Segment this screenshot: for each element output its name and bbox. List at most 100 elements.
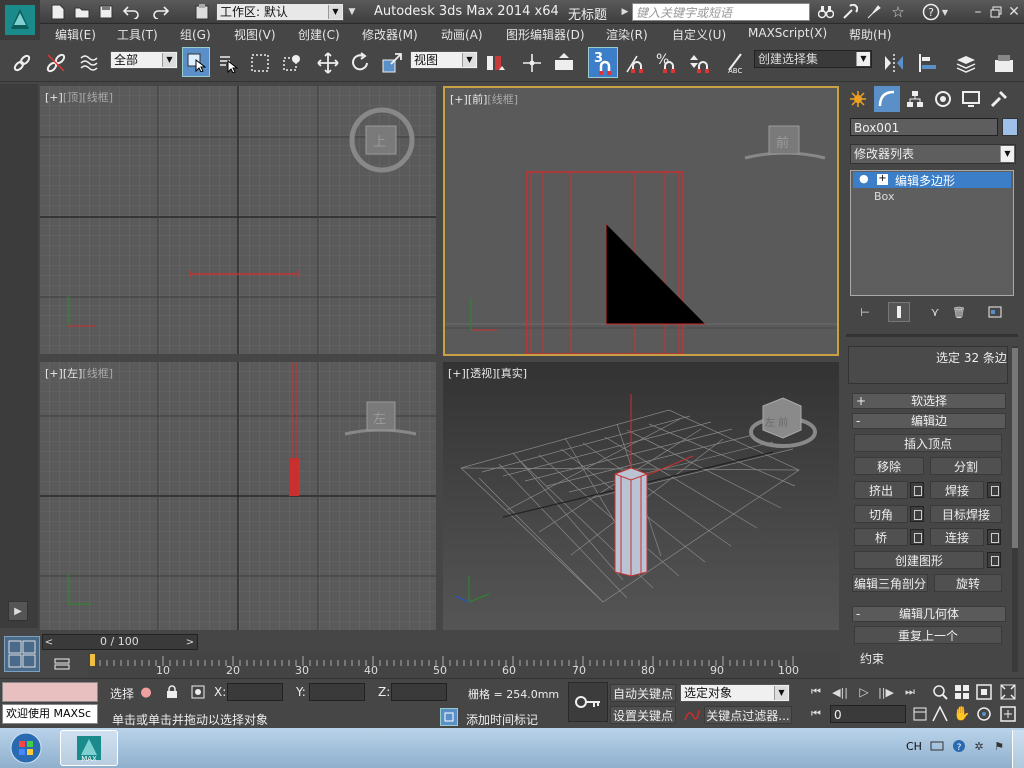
help-icon[interactable]: ? ▼ [920, 2, 950, 22]
menu-graph-editors[interactable]: 图形编辑器(D) [506, 26, 585, 43]
maxscript-listener-pink[interactable] [2, 682, 98, 702]
language-indicator[interactable]: CH [906, 740, 922, 753]
layer-manager-icon[interactable] [952, 48, 980, 78]
extrude-settings-icon[interactable] [910, 482, 924, 498]
modifier-stack-item-box[interactable]: Box [874, 190, 894, 203]
viewport-left-shading[interactable]: [线框] [82, 367, 113, 380]
pin-stack-icon[interactable]: ⊢ [856, 304, 874, 320]
zoom-extents-icon[interactable] [974, 682, 994, 702]
menu-group[interactable]: 组(G) [180, 26, 211, 43]
key-curve-icon[interactable] [682, 706, 702, 724]
scale-icon[interactable] [378, 48, 406, 78]
z-coord-field[interactable] [391, 683, 447, 701]
pivot-center-icon[interactable] [482, 48, 510, 78]
viewport-perspective-label[interactable]: [+][透视][真实] [448, 365, 527, 381]
viewport-persp-pov[interactable]: [透视] [466, 367, 497, 380]
show-desktop-button[interactable] [1012, 730, 1024, 768]
windows-start-icon[interactable] [6, 730, 46, 766]
go-to-end-icon[interactable]: ⏭ [900, 684, 920, 700]
graphite-toolbar-icon[interactable] [990, 48, 1018, 78]
expand-plus-icon[interactable]: + [877, 174, 888, 185]
zoom-icon[interactable] [930, 682, 950, 702]
viewcube-front-face[interactable]: 前 [776, 132, 789, 151]
rollout-edit-edges[interactable]: - 编辑边 [852, 413, 1006, 429]
pan-view-icon[interactable]: ✋ [952, 704, 972, 724]
create-shape-button[interactable]: 创建图形 [854, 551, 984, 569]
object-color-swatch[interactable] [1002, 118, 1018, 136]
connect-button[interactable]: 连接 [930, 528, 984, 546]
rollout-edit-geometry[interactable]: - 编辑几何体 [852, 606, 1006, 622]
move-icon[interactable] [314, 48, 342, 78]
select-and-link-icon[interactable] [8, 48, 36, 78]
open-file-icon[interactable] [72, 2, 92, 22]
show-end-result-icon[interactable] [888, 302, 910, 322]
next-frame-icon[interactable]: ||▶ [876, 684, 896, 700]
expand-panel-icon[interactable]: ▶ [8, 601, 28, 621]
reference-coordinate-dropdown[interactable]: 视图 ▼ [410, 51, 478, 69]
tray-help-icon[interactable]: ? [950, 738, 968, 754]
display-tab-icon[interactable] [958, 86, 984, 112]
viewcube-persp-face[interactable]: 左 前 [765, 414, 788, 429]
rollout-soft-selection[interactable]: + 软选择 [852, 393, 1006, 409]
x-coord-field[interactable] [227, 683, 283, 701]
quick-access-dropdown-icon[interactable]: ▼ [346, 4, 358, 20]
remove-button[interactable]: 移除 [854, 457, 924, 475]
lock-selection-icon[interactable] [162, 682, 182, 702]
minimize-window-icon[interactable]: – [970, 2, 986, 22]
viewport-layout-icon[interactable] [4, 636, 40, 672]
light-bulb-icon[interactable]: ● [859, 172, 869, 185]
bridge-settings-icon[interactable] [910, 529, 924, 545]
viewport-persp-menu[interactable]: [+] [448, 367, 466, 380]
snaps-toggle-icon[interactable]: 3 [588, 47, 618, 78]
tray-settings-icon[interactable]: ✲ [970, 738, 988, 754]
mirror-icon[interactable] [880, 48, 908, 78]
viewport-front-pov[interactable]: [前] [468, 93, 488, 106]
time-configuration-icon[interactable] [910, 706, 930, 722]
y-coord-field[interactable] [309, 683, 365, 701]
viewport-top-shading[interactable]: [线框] [82, 91, 113, 104]
viewport-left-label[interactable]: [+][左][线框] [45, 365, 113, 381]
select-by-name-icon[interactable] [214, 48, 242, 78]
select-and-manipulate-icon[interactable] [518, 48, 546, 78]
communication-center-icon[interactable] [864, 2, 884, 22]
modifier-stack-item-edit-poly[interactable]: ● + 编辑多边形 [853, 172, 1011, 188]
rotate-icon[interactable] [346, 48, 374, 78]
viewport-persp-shading[interactable]: [真实] [496, 367, 527, 380]
configure-modifier-sets-icon[interactable] [986, 304, 1004, 320]
current-frame-field[interactable]: 0 [830, 705, 906, 723]
viewport-top-pov[interactable]: [顶] [63, 91, 83, 104]
maximize-viewport-icon[interactable] [998, 704, 1018, 724]
isolate-selection-icon[interactable]: ● [136, 682, 156, 702]
target-weld-button[interactable]: 目标焊接 [930, 505, 1002, 523]
new-file-icon[interactable] [48, 2, 68, 22]
taskbar-3dsmax-button[interactable]: MAX [60, 730, 118, 766]
absolute-mode-transform-icon[interactable] [188, 682, 208, 702]
chamfer-settings-icon[interactable] [910, 506, 924, 522]
viewport-front-label[interactable]: [+][前][线框] [450, 91, 518, 107]
hierarchy-tab-icon[interactable] [902, 86, 928, 112]
keyboard-shortcut-override-icon[interactable] [550, 48, 578, 78]
weld-settings-icon[interactable] [987, 482, 1001, 498]
key-mode-toggle-icon[interactable]: ⏮ [806, 706, 826, 722]
menu-views[interactable]: 视图(V) [234, 26, 276, 43]
viewport-left[interactable]: [+][左][线框] 左 [40, 362, 436, 630]
viewport-top-menu[interactable]: [+] [45, 91, 63, 104]
split-button[interactable]: 分割 [930, 457, 1002, 475]
named-selection-dropdown[interactable]: 创建选择集 ▼ [754, 50, 872, 68]
panel-scrollbar-thumb[interactable] [1012, 348, 1018, 548]
menu-maxscript[interactable]: MAXScript(X) [748, 26, 827, 40]
binoculars-icon[interactable] [816, 2, 836, 22]
key-mode-dropdown[interactable]: 选定对象 ▼ [680, 684, 790, 702]
viewport-front-shading[interactable]: [线框] [487, 93, 518, 106]
auto-key-button[interactable]: 自动关键点 [610, 684, 676, 702]
utilities-tab-icon[interactable] [986, 86, 1012, 112]
app-menu-button[interactable] [0, 0, 40, 40]
angle-snap-icon[interactable] [620, 48, 648, 78]
maxscript-listener-white[interactable]: 欢迎使用 MAXSc [2, 704, 98, 724]
redo-icon[interactable] [150, 2, 172, 22]
bridge-button[interactable]: 桥 [854, 528, 908, 546]
tray-flag-icon[interactable]: ⚑ [992, 738, 1006, 754]
edit-named-selection-icon[interactable]: ABC [722, 48, 750, 78]
align-icon[interactable] [914, 48, 942, 78]
subscription-tools-icon[interactable] [840, 2, 860, 22]
